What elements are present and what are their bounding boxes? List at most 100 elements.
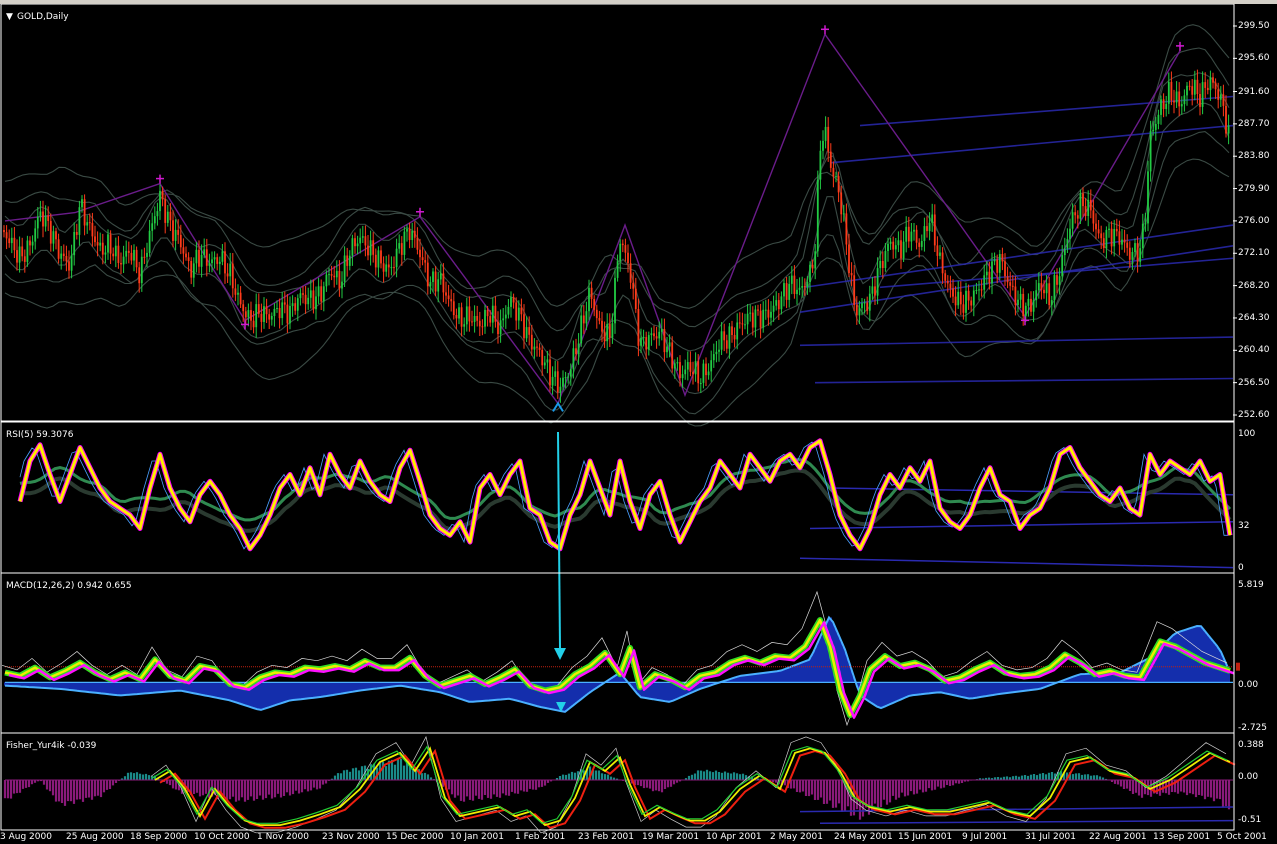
macd-level-marker [1236,662,1240,671]
candle-body [1180,104,1183,107]
candle-body [679,362,681,379]
candle-body [946,280,949,284]
candle-body [1204,82,1207,88]
price-axis-tick: 299.50 [1238,21,1270,31]
candle-body [512,297,515,303]
candle-body [465,306,468,325]
candle-body [153,216,156,224]
candle-body [439,273,442,280]
candle-body [96,242,99,246]
candle-body [1050,300,1053,306]
candle-body [434,271,437,292]
price-axis-tick: 252.60 [1238,410,1270,420]
candle-body [208,263,211,266]
candle-body [62,253,65,256]
candle-body [931,214,934,223]
candle-body [632,282,635,289]
candle-body [970,300,973,306]
candle-body [317,286,320,297]
candle-body [936,245,939,256]
candle-body [692,371,694,375]
candle-body [998,254,1001,273]
candle-body [933,214,936,246]
candle-body [1011,285,1014,287]
candle-body [616,261,619,278]
candle-body [468,306,471,322]
candle-body [78,207,81,235]
candle-body [694,361,697,375]
candle-body [403,231,406,255]
candle-body [1048,283,1051,306]
candle-body [122,256,125,265]
candle-body [159,190,161,212]
candle-body [348,255,351,266]
candle-body [1084,206,1087,216]
candle-body [484,309,486,327]
candle-body [309,290,312,298]
candle-body [244,311,247,318]
candle-body [1118,231,1121,245]
candle-body [1227,125,1230,134]
candle-body [959,291,962,305]
rsi-axis-tick: 32 [1238,521,1250,531]
candle-body [283,302,286,305]
candle-body [569,369,572,377]
candle-body [289,306,291,324]
candle-body [473,316,476,322]
candle-body [424,260,427,263]
candle-body [957,291,960,306]
chart-title-triangle-icon[interactable]: ▼ [6,12,13,22]
candle-body [1043,289,1045,294]
candle-body [1082,193,1084,207]
candle-body [146,252,148,257]
candle-body [681,374,684,379]
candle-body [783,283,785,297]
candle-body [3,230,5,233]
candle-body [780,296,783,310]
candle-body [18,246,21,263]
candle-body [663,329,666,353]
chart-canvas[interactable] [0,4,1277,844]
candle-body [824,126,827,141]
candle-body [572,348,575,370]
candle-body [369,240,372,256]
candle-body [471,321,473,323]
candle-body [1175,91,1178,103]
candle-body [91,222,94,237]
candle-body [1217,89,1220,100]
candle-body [117,245,120,263]
candle-body [395,248,398,268]
candle-body [315,296,317,310]
candle-body [965,290,967,313]
candle-body [380,250,382,264]
candle-body [1201,82,1204,107]
candle-body [304,294,307,305]
candle-body [530,334,533,350]
candle-body [322,286,325,302]
candle-body [198,249,200,267]
candle-body [1095,223,1097,230]
candle-body [757,309,759,311]
candle-body [666,346,668,353]
candle-body [406,228,408,232]
candle-body [585,311,588,324]
candle-body [668,342,671,347]
candle-body [133,249,135,261]
candle-body [900,240,902,259]
candle-body [777,300,780,310]
candle-body [944,273,947,281]
candle-body [1219,94,1222,100]
candle-body [988,271,991,284]
candle-body [590,287,593,299]
price-axis-tick: 272.10 [1238,248,1270,259]
candle-body [564,377,567,379]
candle-body [637,309,640,346]
candle-body [731,326,733,335]
candle-body [510,297,512,307]
candle-body [897,240,900,246]
candle-body [320,286,323,302]
candle-body [749,312,752,314]
candle-body [720,331,723,350]
candle-body [861,303,863,309]
candle-body [577,343,580,355]
